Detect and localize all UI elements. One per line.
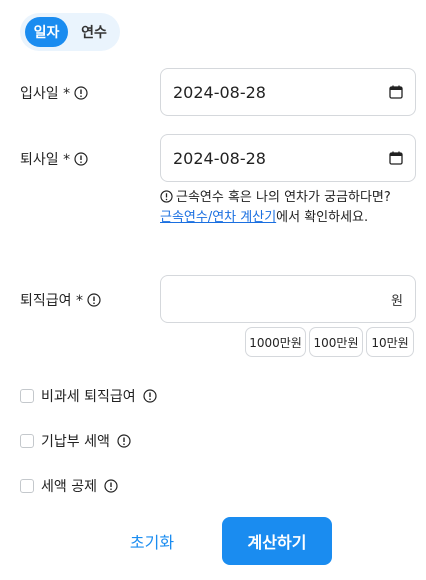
severance-field[interactable]: 원: [160, 275, 416, 323]
info-icon: [160, 190, 173, 203]
calendar-icon[interactable]: [389, 151, 403, 165]
info-icon[interactable]: [74, 86, 88, 100]
leave-date-label-text: 퇴사일 *: [20, 152, 71, 168]
join-date-label-text: 입사일 *: [20, 86, 71, 102]
add-1-million-button[interactable]: 100만원: [309, 327, 363, 357]
leave-date-value[interactable]: 2024-08-28: [173, 149, 389, 168]
leave-date-field[interactable]: 2024-08-28: [160, 134, 416, 182]
option-nontaxable[interactable]: 비과세 퇴직급여: [20, 386, 157, 406]
info-icon[interactable]: [104, 479, 118, 493]
tax-credit-label: 세액 공제: [41, 479, 97, 495]
join-date-value[interactable]: 2024-08-28: [173, 83, 389, 102]
service-years-hint: 근속연수 혹은 나의 연차가 궁금하다면? 근속연수/연차 계산기에서 확인하세…: [160, 188, 400, 228]
option-paid-tax[interactable]: 기납부 세액: [20, 431, 131, 451]
hint-text-start: 근속연수 혹은 나의 연차가 궁금하다면?: [176, 190, 391, 205]
option-tax-credit[interactable]: 세액 공제: [20, 476, 118, 496]
join-date-label: 입사일 *: [20, 83, 88, 103]
nontaxable-checkbox[interactable]: [20, 389, 34, 403]
info-icon[interactable]: [117, 434, 131, 448]
add-10-million-button[interactable]: 1000만원: [245, 327, 306, 357]
join-date-field[interactable]: 2024-08-28: [160, 68, 416, 116]
tab-days[interactable]: 일자: [25, 17, 68, 47]
reset-button[interactable]: 초기화: [115, 518, 189, 564]
info-icon[interactable]: [87, 293, 101, 307]
hint-text-end: 에서 확인하세요.: [276, 210, 369, 225]
paid-tax-checkbox[interactable]: [20, 434, 34, 448]
tax-credit-checkbox[interactable]: [20, 479, 34, 493]
info-icon[interactable]: [143, 389, 157, 403]
add-100-thousand-button[interactable]: 10만원: [366, 327, 414, 357]
paid-tax-label: 기납부 세액: [41, 434, 110, 450]
tab-years[interactable]: 연수: [72, 17, 116, 47]
info-icon[interactable]: [74, 152, 88, 166]
nontaxable-label: 비과세 퇴직급여: [41, 389, 136, 405]
severance-label-text: 퇴직급여 *: [20, 293, 83, 309]
calculate-button[interactable]: 계산하기: [222, 517, 332, 565]
currency-unit: 원: [391, 293, 403, 309]
quick-amount-buttons: 1000만원 100만원 10만원: [245, 327, 414, 357]
mode-toggle: 일자 연수: [20, 13, 120, 51]
calendar-icon[interactable]: [389, 85, 403, 99]
leave-date-label: 퇴사일 *: [20, 149, 88, 169]
severance-label: 퇴직급여 *: [20, 290, 101, 310]
service-years-calculator-link[interactable]: 근속연수/연차 계산기: [160, 210, 276, 225]
